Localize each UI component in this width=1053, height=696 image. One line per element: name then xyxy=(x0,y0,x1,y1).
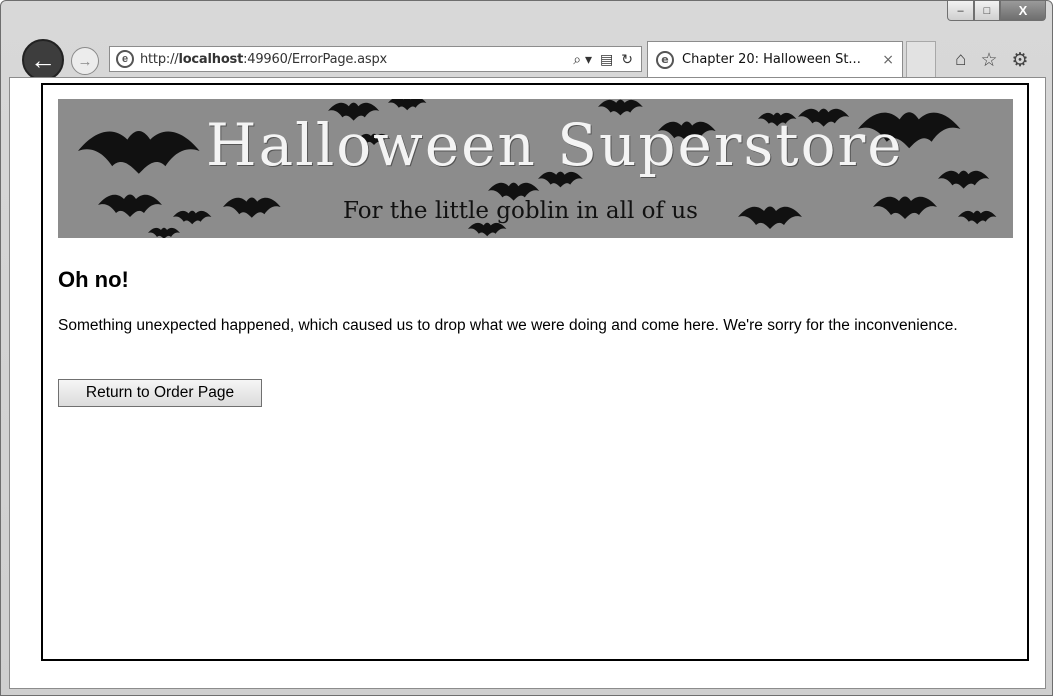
minimize-button[interactable]: – xyxy=(947,1,974,21)
settings-gear-icon[interactable]: ⚙ xyxy=(1012,49,1029,72)
back-button[interactable]: ← xyxy=(22,39,64,81)
window-controls: – □ X xyxy=(947,1,1046,21)
halloween-banner: Halloween Superstore For the little gobl… xyxy=(58,99,1013,238)
return-to-order-page-button[interactable]: Return to Order Page xyxy=(58,379,262,407)
maximize-button[interactable]: □ xyxy=(974,1,1000,21)
search-dropdown-icon[interactable]: ⌕ ▾ xyxy=(573,51,592,68)
favorites-star-icon[interactable]: ☆ xyxy=(980,49,997,72)
browser-window: – □ X ← → e http://localhost:49960/Error… xyxy=(0,0,1053,696)
banner-title: Halloween Superstore xyxy=(206,111,904,179)
page-container: Halloween Superstore For the little gobl… xyxy=(41,83,1029,661)
browser-command-icons: ⌂ ☆ ⚙ xyxy=(955,49,1029,72)
address-bar[interactable]: e http://localhost:49960/ErrorPage.aspx … xyxy=(109,46,642,72)
page-heading: Oh no! xyxy=(58,267,129,292)
tab-active[interactable]: e Chapter 20: Halloween St... × xyxy=(647,41,903,77)
close-button[interactable]: X xyxy=(1000,1,1046,21)
compatibility-view-icon[interactable]: ▤ xyxy=(600,51,613,68)
address-tools: ⌕ ▾ ▤ ↻ xyxy=(573,51,633,68)
ie-logo-icon: e xyxy=(116,50,134,68)
home-icon[interactable]: ⌂ xyxy=(955,49,966,72)
tab-close-icon[interactable]: × xyxy=(882,52,894,68)
error-message: Something unexpected happened, which cau… xyxy=(58,317,958,334)
refresh-icon[interactable]: ↻ xyxy=(621,51,633,68)
new-tab-button[interactable] xyxy=(906,41,936,77)
page-viewport: Halloween Superstore For the little gobl… xyxy=(9,77,1046,689)
banner-tagline: For the little goblin in all of us xyxy=(343,198,698,224)
ie-logo-icon: e xyxy=(656,50,674,69)
address-url[interactable]: http://localhost:49960/ErrorPage.aspx xyxy=(140,52,573,67)
tab-title: Chapter 20: Halloween St... xyxy=(682,52,861,67)
forward-button[interactable]: → xyxy=(71,47,99,75)
browser-toolbar: ← → e http://localhost:49960/ErrorPage.a… xyxy=(1,21,1053,81)
